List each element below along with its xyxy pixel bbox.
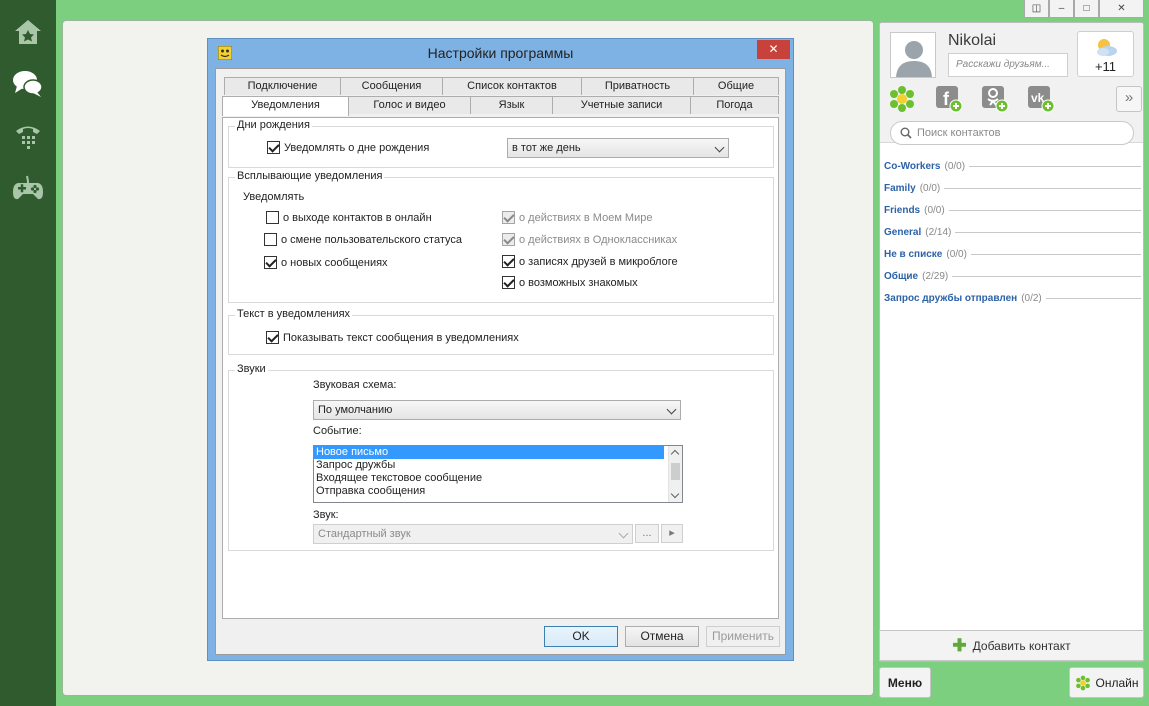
expand-panel-button[interactable]: » [1116,86,1142,112]
sun-cloud-icon [1097,39,1117,56]
sound-scheme-label: Звуковая схема: [313,379,397,391]
notify-my-world-checkbox: о действиях в Моем Мире [502,211,652,224]
scroll-up-icon[interactable] [670,449,680,459]
checkbox-checked [267,141,280,154]
avatar[interactable] [890,32,936,78]
notifications-panel: Дни рождения Уведомлять о дне рождения в… [222,117,779,619]
tab-weather[interactable]: Погода [690,96,779,114]
sound-scheme-select[interactable]: По умолчанию [313,400,681,420]
notify-status-change-checkbox[interactable]: о смене пользовательского статуса [264,233,462,246]
notify-sublabel: Уведомлять [243,191,305,203]
event-item-incoming-text[interactable]: Входящее текстовое сообщение [314,472,682,485]
gamepad-icon[interactable] [8,168,48,208]
tab-general[interactable]: Общие [693,77,779,95]
group-family[interactable]: Family (0/0) [880,177,1143,199]
dialog-title: Настройки программы [427,45,574,61]
facebook-add-icon[interactable]: f [935,85,963,113]
ok-button[interactable]: OK [544,626,618,647]
event-listbox[interactable]: Новое письмо Запрос дружбы Входящее текс… [313,445,683,503]
status-message-input[interactable]: Расскажи друзьям... [948,53,1068,77]
add-contact-button[interactable]: ✚ Добавить контакт [879,630,1144,661]
tab-messages[interactable]: Сообщения [340,77,443,95]
tab-connection[interactable]: Подключение [224,77,341,95]
settings-dialog: Настройки программы ✕ Подключение Сообще… [207,38,794,661]
user-name: Nikolai [948,32,997,49]
tab-voice-video[interactable]: Голос и видео [348,96,471,114]
birthday-when-select[interactable]: в тот же день [507,138,729,158]
sounds-group: Звуки Звуковая схема: По умолчанию Событ… [228,363,774,551]
icq-flower-icon[interactable] [888,85,916,113]
tab-privacy[interactable]: Приватность [581,77,694,95]
svg-text:f: f [943,89,950,109]
tab-accounts[interactable]: Учетные записи [552,96,691,114]
group-common[interactable]: Общие (2/29) [880,265,1143,287]
notify-odnoklassniki-checkbox: о действиях в Одноклассниках [502,233,677,246]
online-status-button[interactable]: Онлайн [1069,667,1144,698]
chat-icon[interactable] [8,64,48,104]
scroll-thumb[interactable] [671,463,680,480]
notification-text-group: Текст в уведомлениях Показывать текст со… [228,308,774,355]
birthdays-legend: Дни рождения [235,119,312,131]
notify-acquaintances-checkbox[interactable]: о возможных знакомых [502,276,638,289]
group-friend-request-sent[interactable]: Запрос дружбы отправлен (0/2) [880,287,1143,309]
text-legend: Текст в уведомлениях [235,308,353,320]
dialog-title-bar[interactable]: Настройки программы [208,39,793,67]
group-friends[interactable]: Friends (0/0) [880,199,1143,221]
contacts-panel: Nikolai Расскажи друзьям... +11 f vk » П… [879,22,1144,662]
group-not-in-list[interactable]: Не в списке (0/0) [880,243,1143,265]
event-item-message-sent[interactable]: Отправка сообщения [314,485,682,498]
sounds-legend: Звуки [235,363,268,375]
show-message-text-checkbox[interactable]: Показывать текст сообщения в уведомления… [266,331,519,344]
sound-select: Стандартный звук [313,524,633,544]
browse-sound-button[interactable]: ... [635,524,659,543]
left-nav-bar [0,0,56,706]
window-controls: ◫ – □ ✕ [1024,0,1144,18]
cancel-button[interactable]: Отмена [625,626,699,647]
group-co-workers[interactable]: Co-Workers (0/0) [880,155,1143,177]
notify-new-messages-checkbox[interactable]: о новых сообщениях [264,256,388,269]
event-label: Событие: [313,425,362,437]
weather-temperature: +11 [1094,59,1117,74]
event-item-new-letter[interactable]: Новое письмо [314,446,664,459]
scroll-down-icon[interactable] [670,489,680,499]
search-placeholder: Поиск контактов [917,127,1001,139]
window-close-button[interactable]: ✕ [1099,0,1144,18]
group-general[interactable]: General (2/14) [880,221,1143,243]
event-list-scrollbar[interactable] [668,446,682,502]
popup-legend: Всплывающие уведомления [235,170,385,182]
minimize-button[interactable]: – [1049,0,1074,18]
birthday-notify-checkbox[interactable]: Уведомлять о дне рождения [267,141,429,154]
popup-notifications-group: Всплывающие уведомления Уведомлять о вых… [228,170,774,303]
chevron-down-icon [714,142,725,153]
tab-notifications[interactable]: Уведомления [222,96,349,116]
event-item-friend-request[interactable]: Запрос дружбы [314,459,682,472]
chevron-down-icon [618,528,629,539]
apply-button: Применить [706,626,780,647]
restore-layout-button[interactable]: ◫ [1024,0,1049,18]
odnoklassniki-add-icon[interactable] [981,85,1009,113]
user-silhouette-icon [891,33,935,77]
search-icon [900,127,912,139]
maximize-button[interactable]: □ [1074,0,1099,18]
home-icon[interactable] [8,12,48,52]
contact-search-input[interactable]: Поиск контактов [890,121,1134,145]
contact-groups-list: Co-Workers (0/0) Family (0/0) Friends (0/0)… [880,155,1143,309]
play-sound-button[interactable]: ▸ [661,524,683,543]
notify-microblog-checkbox[interactable]: о записях друзей в микроблоге [502,255,678,268]
vkontakte-add-icon[interactable]: vk [1027,85,1055,113]
tab-language[interactable]: Язык [470,96,553,114]
weather-widget[interactable]: +11 [1077,31,1134,77]
tab-contact-list[interactable]: Список контактов [442,77,582,95]
dialog-close-button[interactable]: ✕ [757,40,790,59]
icq-status-icon [1075,675,1090,690]
sound-label: Звук: [313,509,339,521]
phone-icon[interactable] [8,116,48,156]
plus-icon: ✚ [952,635,967,655]
birthdays-group: Дни рождения Уведомлять о дне рождения в… [228,119,774,168]
profile-header: Nikolai Расскажи друзьям... +11 f vk » П… [880,23,1143,145]
chevron-down-icon [666,404,677,415]
menu-button[interactable]: Меню [879,667,931,698]
dialog-body: Подключение Сообщения Список контактов П… [215,68,786,655]
notify-online-checkbox[interactable]: о выходе контактов в онлайн [266,211,432,224]
